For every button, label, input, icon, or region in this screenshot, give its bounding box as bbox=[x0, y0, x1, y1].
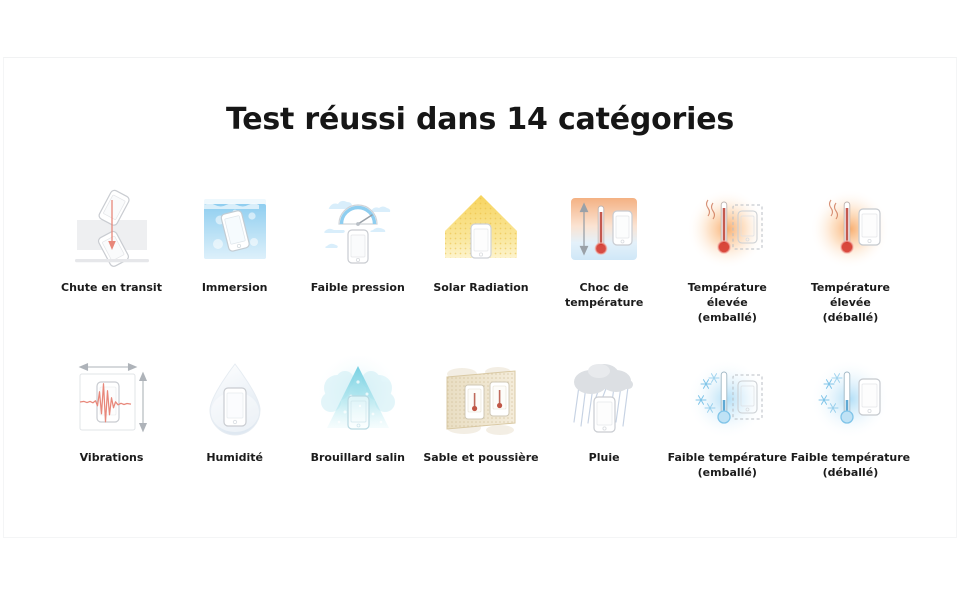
salt-fog-icon bbox=[315, 356, 401, 442]
test-item-solar: Solar Radiation bbox=[419, 186, 542, 295]
test-item-vibration: Vibrations bbox=[50, 356, 173, 465]
sand-dust-icon bbox=[438, 356, 524, 442]
humidity-droplet-icon bbox=[192, 356, 278, 442]
test-item-high-temp-unpacked: Température élevée (déballé) bbox=[789, 186, 912, 325]
test-item-label: Température élevée (emballé) bbox=[687, 281, 767, 324]
test-item-label: Faible température (déballé) bbox=[790, 451, 911, 479]
test-item-high-temp-packed: Température élevée (emballé) bbox=[666, 186, 789, 325]
rain-cloud-icon bbox=[561, 356, 647, 442]
test-item-label: Humidité bbox=[206, 451, 263, 464]
test-item-thermal-shock: Choc de température bbox=[543, 186, 666, 310]
test-item-immersion: Immersion bbox=[173, 186, 296, 295]
test-item-low-pressure: Faible pression bbox=[296, 186, 419, 295]
high-temp-unpacked-icon bbox=[807, 186, 893, 272]
test-item-label: Sable et poussière bbox=[423, 451, 539, 464]
test-item-label: Solar Radiation bbox=[433, 281, 529, 294]
low-temp-packed-icon bbox=[684, 356, 770, 442]
test-item-humidity: Humidité bbox=[173, 356, 296, 465]
card-inner: Test réussi dans 14 catégories Chute en … bbox=[4, 58, 956, 537]
test-item-salt-fog: Brouillard salin bbox=[296, 356, 419, 465]
drop-test-icon bbox=[69, 186, 155, 272]
test-grid-row-1: Chute en transit Immersion Faible pressi… bbox=[50, 186, 912, 325]
page-root: Test réussi dans 14 catégories Chute en … bbox=[0, 0, 960, 600]
immersion-icon bbox=[192, 186, 278, 272]
low-pressure-gauge-icon bbox=[315, 186, 401, 272]
test-item-label: Température élevée (déballé) bbox=[810, 281, 890, 324]
test-item-label: Pluie bbox=[588, 451, 620, 464]
test-item-label: Vibrations bbox=[79, 451, 144, 464]
test-item-label: Faible température (emballé) bbox=[667, 451, 787, 479]
test-item-low-temp-packed: Faible température (emballé) bbox=[666, 356, 789, 480]
vibration-icon bbox=[69, 356, 155, 442]
low-temp-unpacked-icon bbox=[807, 356, 893, 442]
page-title: Test réussi dans 14 catégories bbox=[225, 102, 735, 137]
thermal-shock-icon bbox=[561, 186, 647, 272]
test-item-label: Chute en transit bbox=[61, 281, 162, 294]
test-grid-row-2: Vibrations Humidité Brouillard salin Sab… bbox=[50, 356, 912, 480]
high-temp-packed-icon bbox=[684, 186, 770, 272]
solar-radiation-icon bbox=[438, 186, 524, 272]
test-item-sand-dust: Sable et poussière bbox=[419, 356, 542, 465]
test-item-rain: Pluie bbox=[543, 356, 666, 465]
test-item-low-temp-unpacked: Faible température (déballé) bbox=[789, 356, 912, 480]
content-card: Test réussi dans 14 catégories Chute en … bbox=[3, 57, 957, 538]
test-item-label: Choc de température bbox=[564, 281, 644, 309]
test-item-drop: Chute en transit bbox=[50, 186, 173, 295]
test-item-label: Immersion bbox=[201, 281, 268, 294]
test-item-label: Faible pression bbox=[310, 281, 405, 294]
test-item-label: Brouillard salin bbox=[310, 451, 406, 464]
